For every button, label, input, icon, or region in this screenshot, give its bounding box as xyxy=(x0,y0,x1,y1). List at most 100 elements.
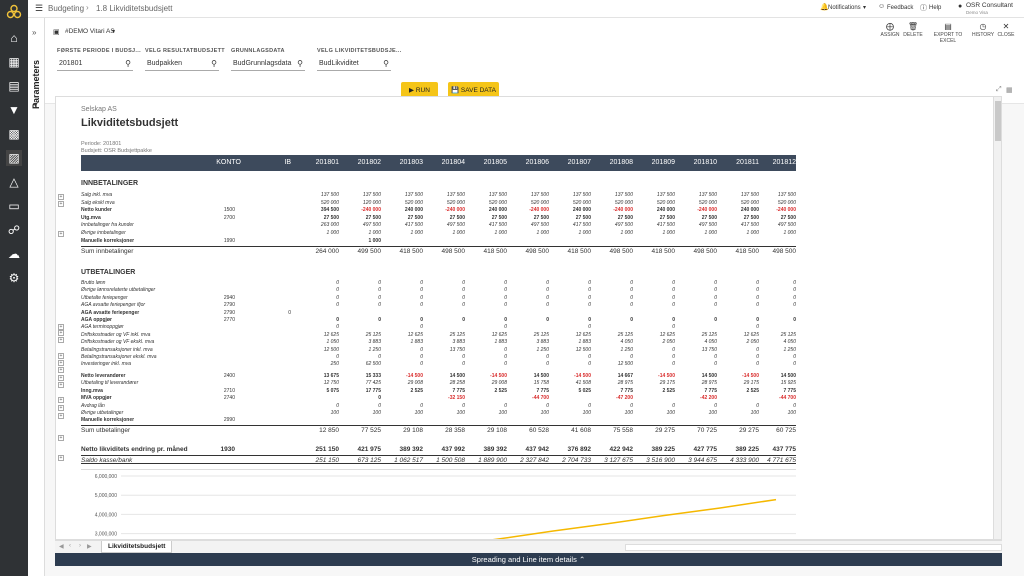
cell-value[interactable]: 240 000 xyxy=(719,207,759,213)
cell-value[interactable]: 240 000 xyxy=(467,207,507,213)
last-sheet-icon[interactable]: ▶ xyxy=(87,543,92,550)
report-icon[interactable]: ▩ xyxy=(6,126,22,142)
parameters-panel[interactable]: » Parameters ▼ xyxy=(28,18,45,576)
cell-value[interactable]: 0 xyxy=(756,361,796,367)
filter-small-icon[interactable]: ▼ xyxy=(32,102,39,109)
cell-value[interactable]: 0 xyxy=(719,361,759,367)
cell-value[interactable]: 1 883 xyxy=(467,339,507,345)
cell-value[interactable]: 520 000 xyxy=(509,200,549,206)
cell-value[interactable]: 0 xyxy=(677,302,717,308)
cell-value[interactable]: 0 xyxy=(635,317,675,323)
cell-value[interactable]: 0 xyxy=(551,295,591,301)
cell-value[interactable]: 15 333 xyxy=(341,373,381,379)
cell-value[interactable]: -47 200 xyxy=(593,395,633,401)
cell-value[interactable]: 28 258 xyxy=(425,380,465,386)
cell-value[interactable]: 497 500 xyxy=(756,222,796,228)
cell-value[interactable]: 497 500 xyxy=(341,222,381,228)
expand-row-icon[interactable]: + xyxy=(58,375,64,381)
cell-value[interactable]: 520 000 xyxy=(635,200,675,206)
table-row[interactable]: Manuelle korreksjoner 2990 xyxy=(81,417,796,424)
cell-value[interactable]: 0 xyxy=(635,287,675,293)
cell-value[interactable]: 0 xyxy=(719,295,759,301)
vertical-scrollbar[interactable] xyxy=(993,97,1001,539)
cell-value[interactable]: 0 xyxy=(299,302,339,308)
cell-value[interactable]: 0 xyxy=(635,302,675,308)
cell-value[interactable]: 100 xyxy=(341,410,381,416)
cell-value[interactable]: 3 883 xyxy=(425,339,465,345)
table-row[interactable]: Driftskostnader og VF ekskl. mva 1 050 3 8… xyxy=(81,339,796,346)
cell-value[interactable]: 240 000 xyxy=(383,207,423,213)
cell-value[interactable]: 0 xyxy=(593,280,633,286)
connection-icon[interactable]: ☍ xyxy=(6,222,22,238)
cell-value[interactable]: 0 xyxy=(551,287,591,293)
result-budget-input[interactable]: Budpakken ⚲ xyxy=(145,57,219,71)
cell-value[interactable]: -14 500 xyxy=(551,373,591,379)
cell-value[interactable]: 25 125 xyxy=(341,332,381,338)
cell-value[interactable]: 27 500 xyxy=(299,215,339,221)
cell-value[interactable]: 0 xyxy=(383,287,423,293)
cell-value[interactable]: 12 625 xyxy=(635,332,675,338)
cell-value[interactable]: 0 xyxy=(341,295,381,301)
cell-value[interactable]: 25 125 xyxy=(756,332,796,338)
cell-value[interactable]: 0 xyxy=(593,302,633,308)
cell-value[interactable]: 13 675 xyxy=(299,373,339,379)
expand-row-icon[interactable]: + xyxy=(58,360,64,366)
cell-value[interactable]: 0 xyxy=(299,317,339,323)
cell-value[interactable]: 2 050 xyxy=(635,339,675,345)
cell-value[interactable]: 2 525 xyxy=(467,388,507,394)
cell-value[interactable]: 12 750 xyxy=(299,380,339,386)
cell-value[interactable]: 0 xyxy=(756,403,796,409)
cell-value[interactable]: 240 000 xyxy=(635,207,675,213)
table-row[interactable]: Øvrige lønnsrelaterte utbetalinger 0 0 0 0 0 0… xyxy=(81,287,796,294)
cell-value[interactable]: 12 500 xyxy=(551,347,591,353)
cell-value[interactable]: -240 000 xyxy=(341,207,381,213)
package-icon[interactable]: △ xyxy=(6,174,22,190)
scroll-thumb[interactable] xyxy=(995,101,1001,141)
cell-value[interactable]: 1 250 xyxy=(509,347,549,353)
expand-icon[interactable]: » xyxy=(32,28,36,37)
cell-value[interactable]: 0 xyxy=(467,280,507,286)
table-row[interactable]: Øvrige utbetalinger 100 100 100 100 100 100 100… xyxy=(81,410,796,417)
cell-value[interactable]: 137 500 xyxy=(341,192,381,198)
cell-value[interactable]: 0 xyxy=(756,287,796,293)
horizontal-scrollbar[interactable] xyxy=(625,544,1002,551)
cell-value[interactable]: 0 xyxy=(677,295,717,301)
prev-sheet-icon[interactable]: ‹ xyxy=(69,543,71,549)
export-to-excel-button[interactable]: ▤ EXPORT TO EXCEL xyxy=(926,22,970,44)
cell-value[interactable]: 1 000 xyxy=(635,230,675,236)
expand-row-icon[interactable]: + xyxy=(58,405,64,411)
cell-value[interactable]: 1 000 xyxy=(593,230,633,236)
liquidity-budget-input[interactable]: BudLikviditet ⚲ xyxy=(317,57,391,71)
cell-value[interactable]: 0 xyxy=(383,347,423,353)
feedback-link[interactable]: Feedback xyxy=(887,5,913,11)
cell-value[interactable]: 0 xyxy=(467,287,507,293)
cell-value[interactable]: 520 000 xyxy=(719,200,759,206)
cell-value[interactable]: 0 xyxy=(383,361,423,367)
cell-value[interactable]: 0 xyxy=(551,403,591,409)
cell-value[interactable]: 137 500 xyxy=(756,192,796,198)
cell-value[interactable]: -14 500 xyxy=(467,373,507,379)
cell-value[interactable]: 14 500 xyxy=(756,373,796,379)
table-row[interactable]: Inng.mva 2710 5 075 17 775 2 525 7 775 2 525 7 … xyxy=(81,388,796,395)
cell-value[interactable]: 0 xyxy=(341,280,381,286)
cell-value[interactable]: 0 xyxy=(299,287,339,293)
cell-value[interactable]: 5 075 xyxy=(299,388,339,394)
cell-value[interactable]: 137 500 xyxy=(509,192,549,198)
cell-value[interactable]: 0 xyxy=(719,287,759,293)
cell-value[interactable]: 497 500 xyxy=(677,222,717,228)
user-icon[interactable]: ● xyxy=(958,3,962,10)
cell-value[interactable]: 29 175 xyxy=(635,380,675,386)
cell-value[interactable]: 27 500 xyxy=(383,215,423,221)
cell-value[interactable]: 1 883 xyxy=(551,339,591,345)
cell-value[interactable]: 137 500 xyxy=(677,192,717,198)
expand-row-icon[interactable]: + xyxy=(58,455,64,461)
menu-icon[interactable]: ☰ xyxy=(35,3,43,14)
cell-value[interactable]: 100 xyxy=(467,410,507,416)
cell-value[interactable]: 0 xyxy=(341,403,381,409)
cell-value[interactable]: 0 xyxy=(467,302,507,308)
cell-value[interactable]: 1 883 xyxy=(383,339,423,345)
cell-value[interactable]: 0 xyxy=(677,317,717,323)
cell-value[interactable]: 29 175 xyxy=(719,380,759,386)
cell-value[interactable]: 0 xyxy=(341,354,381,360)
cell-value[interactable]: 0 xyxy=(635,403,675,409)
